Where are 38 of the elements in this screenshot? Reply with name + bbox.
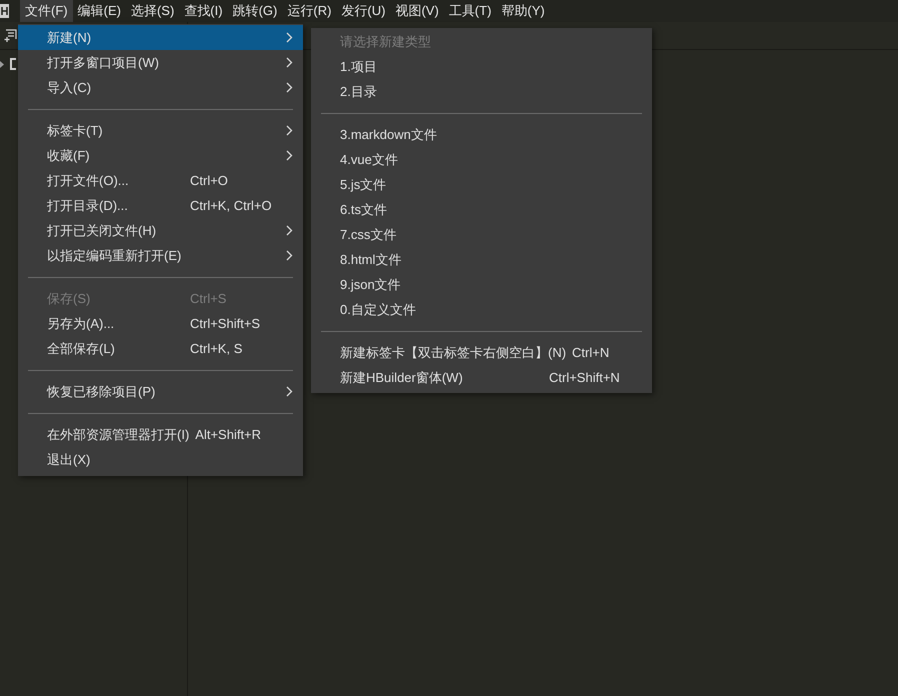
- menu-bar-item[interactable]: 工具(T): [444, 0, 496, 22]
- new-file-icon: [3, 28, 17, 42]
- menu-item[interactable]: 导入(C): [18, 75, 303, 100]
- menu-item[interactable]: 以指定编码重新打开(E): [18, 243, 303, 268]
- menu-item[interactable]: 在外部资源管理器打开(I) Alt+Shift+R: [18, 422, 303, 447]
- menu-item[interactable]: 新建标签卡【双击标签卡右侧空白】(N) Ctrl+N: [311, 340, 652, 365]
- menu-item[interactable]: 收藏(F): [18, 143, 303, 168]
- menu-item[interactable]: 7.css文件: [311, 222, 652, 247]
- menu-item[interactable]: 4.vue文件: [311, 147, 652, 172]
- menu-item[interactable]: 退出(X): [18, 447, 303, 472]
- menu-bar-item[interactable]: 跳转(G): [228, 0, 282, 22]
- menu-item[interactable]: 恢复已移除项目(P): [18, 379, 303, 404]
- menu-bar-item[interactable]: 文件(F): [20, 0, 73, 22]
- menu-item[interactable]: 打开目录(D)... Ctrl+K, Ctrl+O: [18, 193, 303, 218]
- menu-item[interactable]: 5.js文件: [311, 172, 652, 197]
- menu-item[interactable]: 3.markdown文件: [311, 122, 652, 147]
- menu-bar-item[interactable]: 帮助(Y): [496, 0, 550, 22]
- menu-item[interactable]: 打开文件(O)... Ctrl+O: [18, 168, 303, 193]
- menu-item[interactable]: 新建(N): [18, 25, 303, 50]
- menu-item[interactable]: 1.项目: [311, 54, 652, 79]
- expand-arrow-icon: [0, 60, 4, 68]
- menu-bar-item[interactable]: 发行(U): [336, 0, 390, 22]
- menu-bar-item[interactable]: 运行(R): [282, 0, 336, 22]
- menu-item[interactable]: 2.目录: [311, 79, 652, 104]
- menu-item[interactable]: 标签卡(T): [18, 118, 303, 143]
- menu-bar-item[interactable]: 选择(S): [126, 0, 180, 22]
- menu-bar-item[interactable]: 视图(V): [390, 0, 444, 22]
- menu-bar-item[interactable]: 查找(I): [179, 0, 228, 22]
- menu-item[interactable]: 全部保存(L) Ctrl+K, S: [18, 336, 303, 361]
- menu-item[interactable]: 9.json文件: [311, 272, 652, 297]
- menu-item[interactable]: 8.html文件: [311, 247, 652, 272]
- menu-item[interactable]: 0.自定义文件: [311, 297, 652, 322]
- menu-bar-item[interactable]: 编辑(E): [72, 0, 126, 22]
- menu-item[interactable]: 另存为(A)... Ctrl+Shift+S: [18, 311, 303, 336]
- menu-item[interactable]: 新建HBuilder窗体(W) Ctrl+Shift+N: [311, 365, 652, 390]
- menu-item[interactable]: 打开多窗口项目(W): [18, 50, 303, 75]
- menu-item[interactable]: 打开已关闭文件(H): [18, 218, 303, 243]
- menu-item[interactable]: 6.ts文件: [311, 197, 652, 222]
